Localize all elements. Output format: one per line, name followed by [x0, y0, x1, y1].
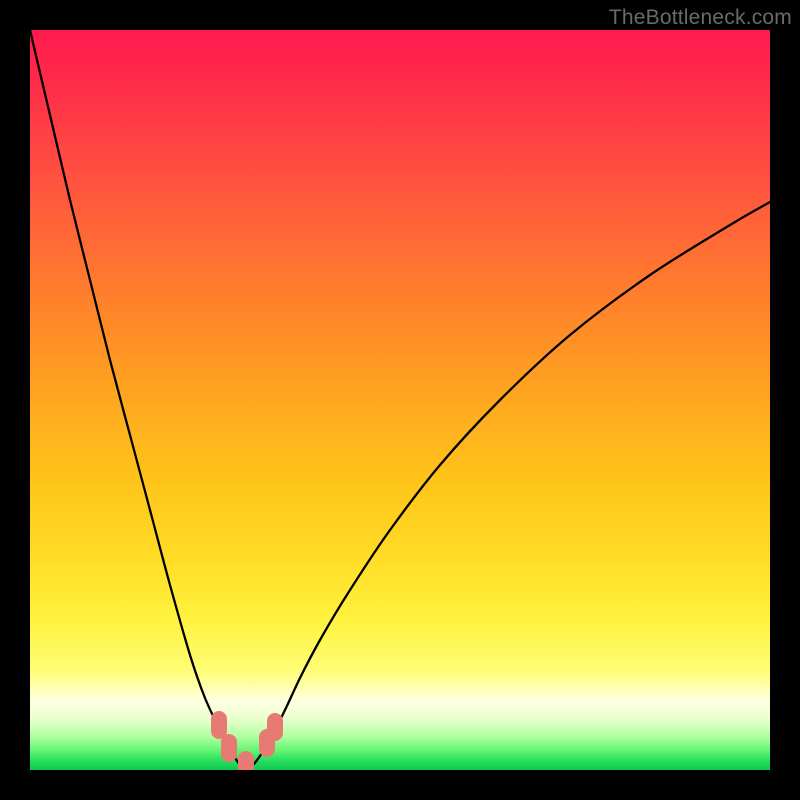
- marker-bottom: [238, 751, 254, 770]
- plot-area: [30, 30, 770, 770]
- bottleneck-curve: [30, 30, 770, 770]
- watermark-label: TheBottleneck.com: [609, 6, 792, 30]
- chart-frame: TheBottleneck.com: [0, 0, 800, 800]
- curve-markers: [211, 711, 283, 770]
- marker-left-upper: [211, 711, 227, 739]
- marker-right-lower: [267, 713, 283, 741]
- curve-layer: [30, 30, 770, 770]
- marker-left-lower: [221, 734, 237, 762]
